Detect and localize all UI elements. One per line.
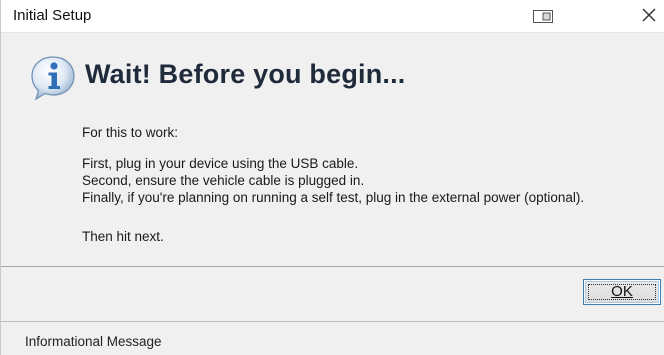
dialog-window: Initial Setup Wait! Before you begin... …: [0, 0, 664, 355]
info-icon: [28, 53, 78, 103]
step-2-text: Second, ensure the vehicle cable is plug…: [82, 173, 365, 188]
close-icon[interactable]: [639, 5, 659, 25]
button-bar: OK: [1, 267, 664, 321]
outro-text: Then hit next.: [82, 229, 164, 244]
window-title: Initial Setup: [13, 7, 92, 24]
restore-window-icon[interactable]: [532, 9, 554, 24]
dialog-headline: Wait! Before you begin...: [85, 59, 406, 89]
ok-button[interactable]: OK: [583, 279, 661, 305]
ok-button-label: OK: [611, 283, 633, 300]
status-bar: Informational Message: [1, 322, 664, 355]
status-message: Informational Message: [25, 334, 162, 349]
intro-text: For this to work:: [82, 125, 179, 140]
dialog-content: Wait! Before you begin... For this to wo…: [1, 33, 664, 266]
title-bar: Initial Setup: [1, 0, 664, 33]
step-3-text: Finally, if you're planning on running a…: [82, 190, 585, 205]
step-1-text: First, plug in your device using the USB…: [82, 156, 359, 171]
